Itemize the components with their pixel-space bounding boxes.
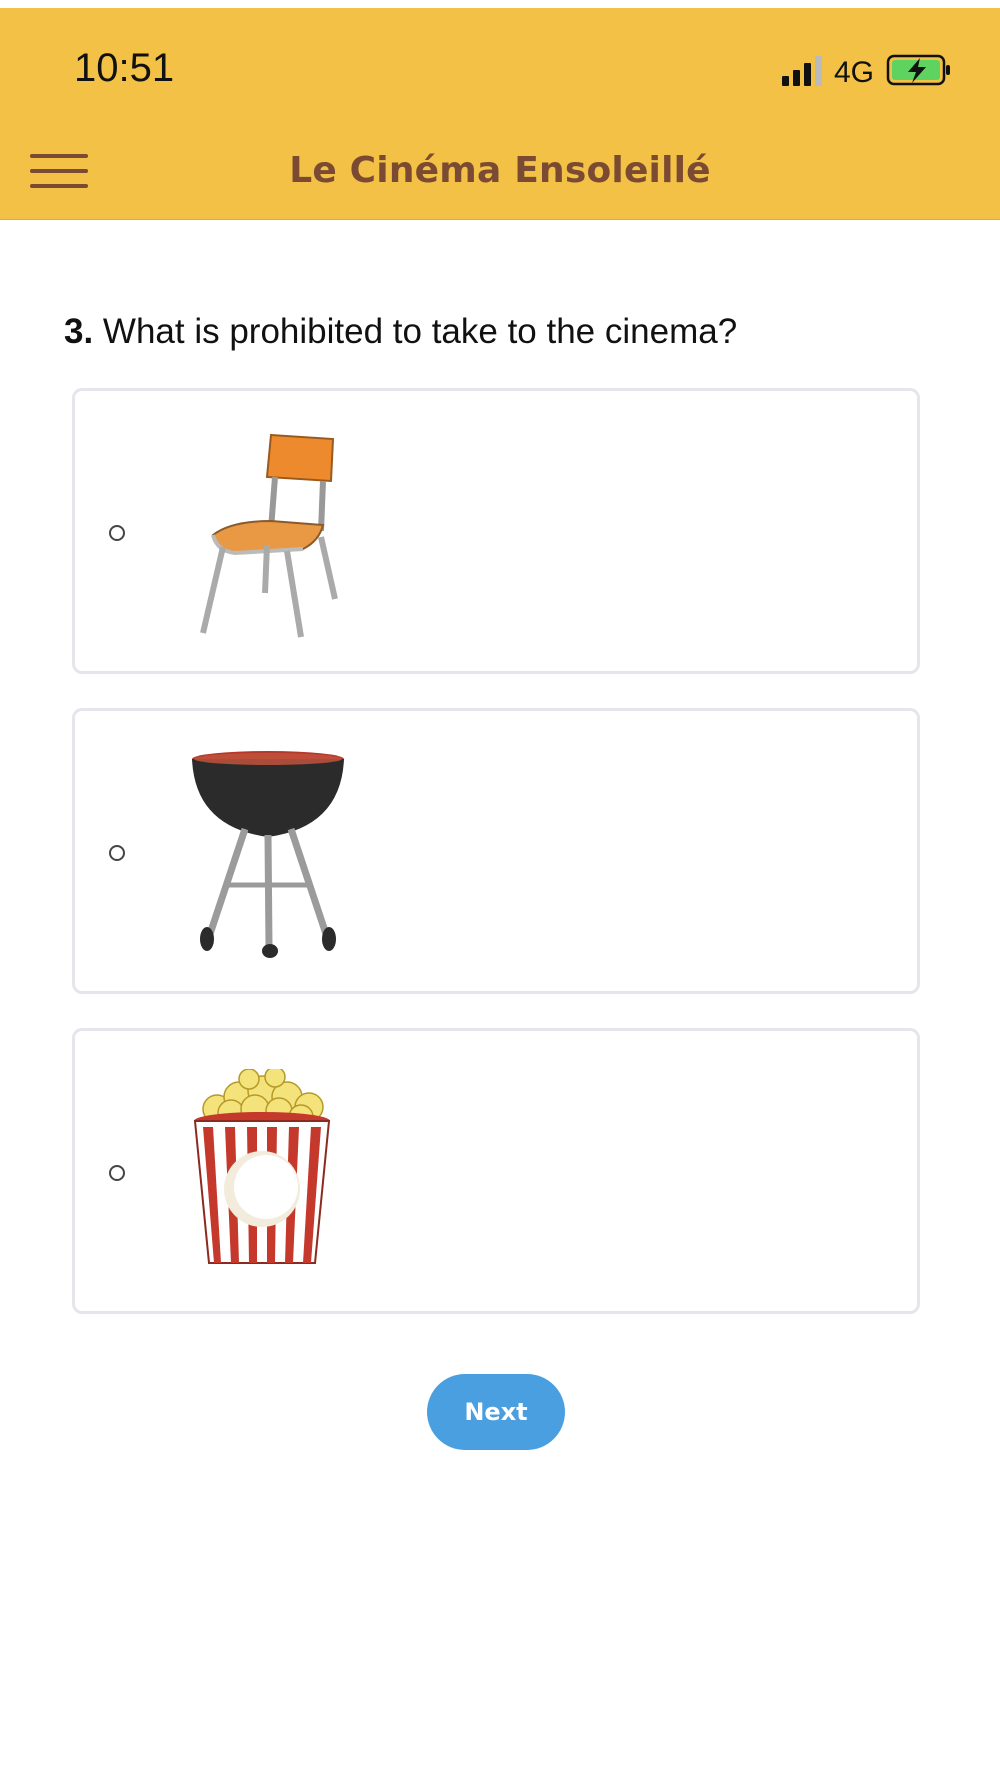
question-text: 3. What is prohibited to take to the cin… — [64, 312, 737, 352]
radio-button[interactable] — [109, 525, 125, 541]
radio-button[interactable] — [109, 1165, 125, 1181]
app-title: Le Cinéma Ensoleillé — [289, 150, 711, 191]
popcorn-bucket-image — [193, 1069, 331, 1264]
answer-option-grill[interactable] — [72, 708, 920, 994]
app-header: 10:51 4G Le Cinéma Ensoleillé — [0, 8, 1000, 220]
chair-image — [200, 433, 338, 638]
status-indicators: 4G — [780, 52, 960, 92]
cellular-signal-icon — [782, 56, 822, 86]
radio-button[interactable] — [109, 845, 125, 861]
answer-option-popcorn[interactable] — [72, 1028, 920, 1314]
status-time: 10:51 — [74, 46, 175, 90]
next-button[interactable]: Next — [427, 1374, 565, 1450]
battery-charging-icon — [886, 54, 950, 86]
answer-option-chair[interactable] — [72, 388, 920, 674]
barbecue-grill-image — [192, 751, 344, 958]
network-type-label: 4G — [834, 56, 875, 89]
question-number: 3. — [64, 312, 94, 351]
question-label: What is prohibited to take to the cinema… — [93, 312, 738, 351]
